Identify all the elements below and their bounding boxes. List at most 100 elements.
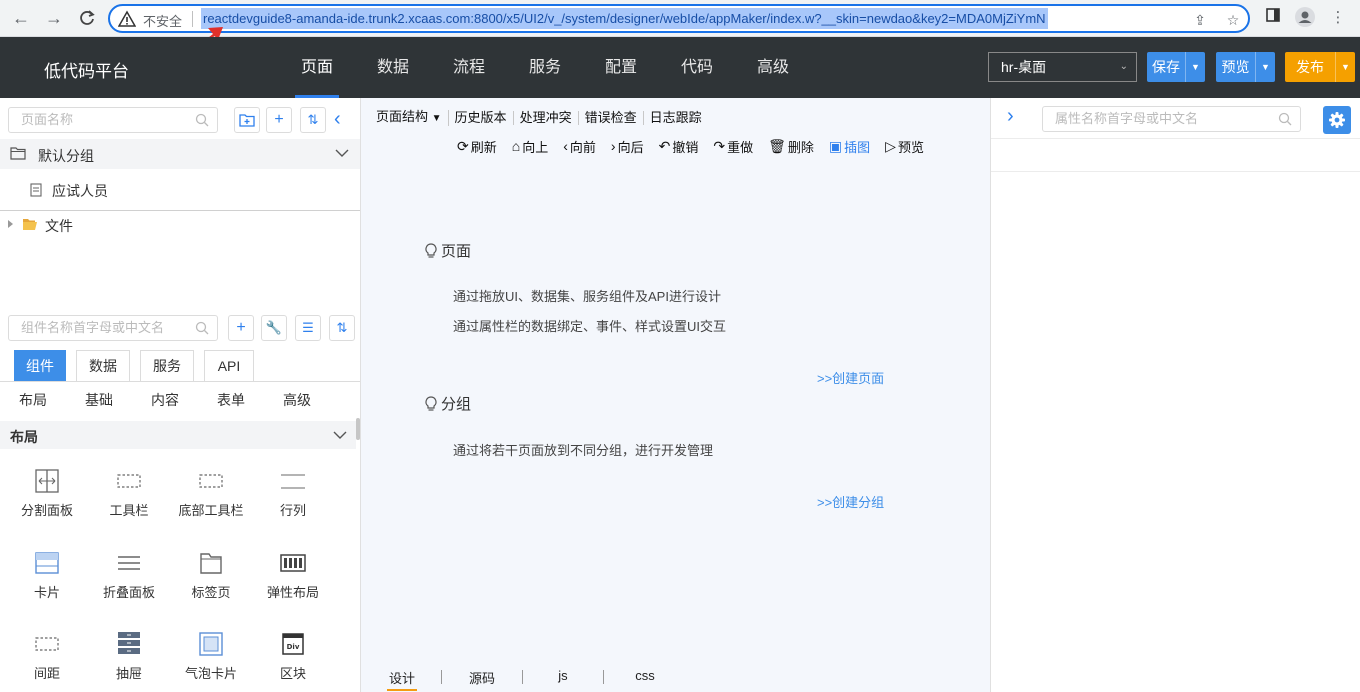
page-structure-menu[interactable]: 页面结构 ▼ [376,110,449,126]
sort-icon[interactable]: ⇅ [300,107,326,133]
forward-button[interactable]: ‹ 向前 [563,137,596,156]
nav-code[interactable]: 代码 [659,37,735,98]
widget-card[interactable]: 卡片 [6,550,88,610]
widget-drawer[interactable]: 抽屉 [88,631,170,691]
page-search-input[interactable]: 页面名称 [8,107,218,133]
app-title: 低代码平台 [44,62,129,81]
chevron-down-icon[interactable] [332,427,348,443]
bookmark-star-icon[interactable]: ☆ [1223,10,1243,30]
back-icon[interactable]: ← [9,6,33,30]
tab-service[interactable]: 服务 [140,350,194,382]
nav-data[interactable]: 数据 [355,37,431,98]
spacing-icon [35,637,59,651]
nav-page[interactable]: 页面 [279,37,355,98]
url-text[interactable]: reactdevguide8-amanda-ide.trunk2.xcaas.c… [201,8,1048,29]
widget-flex-layout[interactable]: 弹性布局 [252,550,334,610]
document-icon [30,183,42,197]
widget-toolbar[interactable]: 工具栏 [88,468,170,528]
backward-button[interactable]: › 向后 [611,137,644,156]
layout-section-header[interactable]: 布局 [0,421,356,449]
error-check-button[interactable]: 错误检查 [579,111,644,125]
list-order-icon[interactable]: ☰ [295,315,321,341]
preview-dropdown-icon[interactable]: ▼ [1255,52,1275,82]
collapse-left-icon[interactable]: ‹ [334,108,350,132]
create-group-link[interactable]: >>创建分组 [817,492,884,511]
tab-css[interactable]: css [634,668,656,683]
widget-row-col[interactable]: 行列 [252,468,334,528]
publish-dropdown-icon[interactable]: ▼ [1335,52,1355,82]
group-default[interactable]: 默认分组 [0,139,360,169]
component-search-input[interactable]: 组件名称首字母或中文名 [8,315,218,341]
widget-collapse[interactable]: 折叠面板 [88,550,170,610]
env-select[interactable]: hr-桌面 ⌄ [988,52,1137,82]
refresh-button[interactable]: ⟳ 刷新 [457,137,497,156]
nav-advanced[interactable]: 高级 [735,37,811,98]
widget-label: 卡片 [33,585,60,600]
add-group-button[interactable] [234,107,260,133]
tab-separator [603,670,604,684]
forward-icon[interactable]: → [42,6,66,30]
publish-button[interactable]: 发布 ▼ [1285,52,1355,82]
tab-data[interactable]: 数据 [76,350,130,382]
delete-button[interactable]: 🗑 删除 [768,137,814,156]
redo-button[interactable]: ↷ 重做 [713,137,753,156]
reload-icon[interactable] [75,6,99,30]
widget-div-block[interactable]: Div 区块 [252,631,334,691]
create-page-link[interactable]: >>创建页面 [817,368,884,387]
add-component-button[interactable]: + [228,315,254,341]
delete-label: 删除 [787,139,814,155]
category-content[interactable]: 内容 [132,390,198,410]
address-bar[interactable]: 不安全 reactdevguide8-amanda-ide.trunk2.xca… [108,4,1250,33]
tab-source[interactable]: 源码 [467,668,497,687]
widget-label: 分割面板 [20,503,73,518]
nav-service[interactable]: 服务 [507,37,583,98]
tab-design[interactable]: 设计 [387,668,417,691]
expand-right-icon[interactable]: › [1007,105,1014,128]
tab-components[interactable]: 组件 [14,350,66,382]
category-form[interactable]: 表单 [198,390,264,410]
widget-label: 工具栏 [109,503,149,518]
nav-config[interactable]: 配置 [583,37,659,98]
undo-button[interactable]: ↶ 撤销 [659,137,699,156]
property-search-input[interactable]: 属性名称首字母或中文名 [1042,106,1301,132]
category-basic[interactable]: 基础 [66,390,132,410]
history-version-button[interactable]: 历史版本 [449,111,514,125]
scrollbar-thumb[interactable] [356,418,360,440]
preview-button[interactable]: 预览 ▼ [1216,52,1275,82]
preview-label: 预览 [1221,59,1250,75]
up-button[interactable]: ⌂ 向上 [512,137,548,156]
tab-separator [441,670,442,684]
log-trace-button[interactable]: 日志跟踪 [644,111,708,125]
image-button[interactable]: ▣ 插图 [829,137,870,156]
tab-api[interactable]: API [204,350,254,382]
refresh-icon: ⟳ [457,137,469,154]
settings-button[interactable] [1323,106,1351,134]
widget-spacing[interactable]: 间距 [6,631,88,691]
save-dropdown-icon[interactable]: ▼ [1185,52,1205,82]
browser-menu-icon[interactable]: ⋮ [1327,7,1349,29]
image-icon: ▣ [828,137,843,154]
save-button[interactable]: 保存 ▼ [1147,52,1205,82]
undo-label: 撤销 [672,139,699,155]
canvas-preview-button[interactable]: ▷ 预览 [885,137,924,156]
design-canvas: 页面结构 ▼ 历史版本 处理冲突 错误检查 日志跟踪 ⟳ 刷新 ⌂ 向上 ‹ 向前 ›… [361,98,990,692]
warning-icon[interactable] [118,10,136,28]
sort-component-icon[interactable]: ⇅ [329,315,355,341]
add-page-button[interactable]: + [266,107,292,133]
widget-split-panel[interactable]: 分割面板 [6,468,88,528]
resolve-conflict-button[interactable]: 处理冲突 [514,111,579,125]
profile-avatar-icon[interactable] [1294,7,1316,29]
widget-popover[interactable]: 气泡卡片 [170,631,252,691]
category-layout[interactable]: 布局 [0,390,66,410]
widget-tabs[interactable]: 标签页 [170,550,252,610]
gear-icon [1329,112,1345,128]
tab-js[interactable]: js [555,668,571,683]
nav-flow[interactable]: 流程 [431,37,507,98]
wrench-icon[interactable]: 🔧 [261,315,287,341]
chevron-down-icon[interactable] [334,145,350,161]
share-icon[interactable]: ⇪ [1190,10,1210,30]
category-advanced[interactable]: 高级 [264,390,330,410]
side-panel-icon[interactable] [1262,7,1284,29]
widget-bottom-toolbar[interactable]: 底部工具栏 [170,468,252,528]
expand-triangle-icon[interactable] [8,220,13,228]
